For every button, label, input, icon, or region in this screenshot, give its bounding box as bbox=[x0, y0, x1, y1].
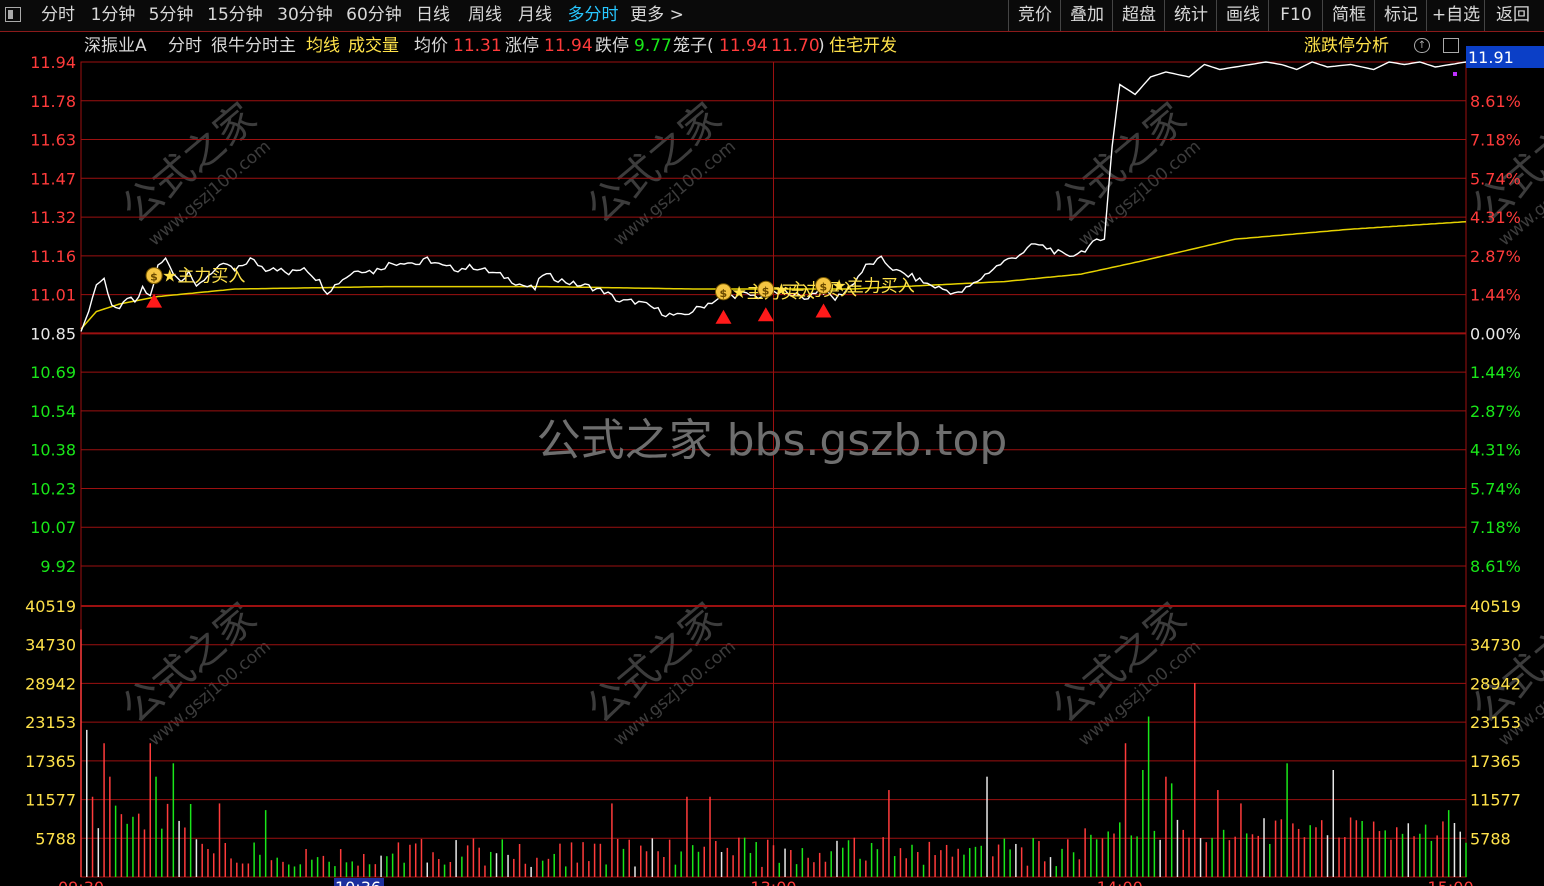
price-tick-label: 11.78 bbox=[30, 92, 76, 111]
signal-label: ★主力买入 bbox=[832, 277, 915, 297]
price-tick-label: 10.85 bbox=[30, 324, 76, 343]
time-tick-label: 10:36 bbox=[335, 878, 381, 886]
volume-tick-label: 11577 bbox=[25, 791, 76, 810]
percent-tick-label: 2.87% bbox=[1470, 247, 1521, 266]
price-tick-label: 10.38 bbox=[30, 441, 76, 460]
signal-label: ★主力买入 bbox=[162, 267, 245, 287]
signal-main-buy-0[interactable]: $ ★主力买入 bbox=[145, 267, 245, 308]
volume-tick-label-right: 11577 bbox=[1470, 791, 1521, 810]
price-tick-label: 10.69 bbox=[30, 363, 76, 382]
dollar-icon: $ bbox=[719, 287, 727, 300]
tile-watermark-4: 公式之家www.gszj100.com bbox=[578, 595, 740, 751]
buy-triangle-icon bbox=[815, 303, 832, 318]
price-tick-label: 10.07 bbox=[30, 518, 76, 537]
tile-watermark-2: 公式之家www.gszj100.com bbox=[1043, 95, 1205, 251]
percent-tick-label: 1.44% bbox=[1470, 363, 1521, 382]
tile-watermark-0: 公式之家www.gszj100.com bbox=[113, 95, 275, 251]
volume-tick-label-right: 17365 bbox=[1470, 752, 1521, 771]
percent-tick-label: 4.31% bbox=[1470, 208, 1521, 227]
dollar-icon: $ bbox=[762, 284, 770, 297]
price-tick-label: 11.94 bbox=[30, 53, 76, 72]
buy-triangle-icon bbox=[715, 309, 732, 324]
intraday-chart: 公式之家www.gszj100.com 公式之家www.gszj100.com 公式… bbox=[25, 46, 1544, 886]
volume-tick-label-right: 28942 bbox=[1470, 674, 1521, 693]
marker-dot bbox=[1453, 72, 1457, 76]
tile-watermark-3: 公式之家www.gszj100.com bbox=[113, 595, 275, 751]
volume-tick-label: 5788 bbox=[35, 829, 76, 848]
percent-tick-label: 5.74% bbox=[1470, 169, 1521, 188]
volume-tick-label-right: 34730 bbox=[1470, 636, 1521, 655]
price-tick-label: 11.32 bbox=[30, 208, 76, 227]
price-tick-label: 9.92 bbox=[40, 557, 76, 576]
volume-tick-label-right: 5788 bbox=[1470, 829, 1511, 848]
center-watermark: 公式之家 bbs.gszb.top bbox=[537, 415, 1008, 466]
percent-tick-label: 8.61% bbox=[1470, 92, 1521, 111]
time-tick-label: 15:00 bbox=[1428, 878, 1474, 886]
price-tick-label: 10.23 bbox=[30, 479, 76, 498]
percent-tick-label: 7.18% bbox=[1470, 518, 1521, 537]
percent-tick-label: 1.44% bbox=[1470, 286, 1521, 305]
tile-watermark-5: 公式之家www.gszj100.com bbox=[1043, 595, 1205, 751]
time-tick-label: 09:30 bbox=[58, 878, 104, 886]
dollar-icon: $ bbox=[820, 281, 828, 294]
volume-tick-label: 23153 bbox=[25, 713, 76, 732]
percent-tick-label: 2.87% bbox=[1470, 402, 1521, 421]
tile-watermark-1: 公式之家www.gszj100.com bbox=[578, 95, 740, 251]
price-tick-label: 11.63 bbox=[30, 131, 76, 150]
percent-tick-label: 0.00% bbox=[1470, 324, 1521, 343]
volume-tick-label: 28942 bbox=[25, 674, 76, 693]
percent-tick-label: 8.61% bbox=[1470, 557, 1521, 576]
dollar-icon: $ bbox=[150, 271, 158, 284]
volume-tick-label-right: 23153 bbox=[1470, 713, 1521, 732]
volume-tick-label: 17365 bbox=[25, 752, 76, 771]
price-tick-label: 10.54 bbox=[30, 402, 76, 421]
volume-tick-label-right: 40519 bbox=[1470, 597, 1521, 616]
price-tick-label: 11.47 bbox=[30, 169, 76, 188]
volume-tick-label: 34730 bbox=[25, 636, 76, 655]
current-price-label: 11.91 bbox=[1468, 48, 1514, 67]
percent-tick-label: 5.74% bbox=[1470, 479, 1521, 498]
price-tick-label: 11.16 bbox=[30, 247, 76, 266]
percent-tick-label: 4.31% bbox=[1470, 441, 1521, 460]
time-tick-label: 14:00 bbox=[1097, 878, 1143, 886]
buy-triangle-icon bbox=[757, 307, 774, 322]
percent-tick-label: 7.18% bbox=[1470, 131, 1521, 150]
volume-tick-label: 40519 bbox=[25, 597, 76, 616]
time-tick-label: 13:00 bbox=[750, 878, 796, 886]
price-tick-label: 11.01 bbox=[30, 286, 76, 305]
